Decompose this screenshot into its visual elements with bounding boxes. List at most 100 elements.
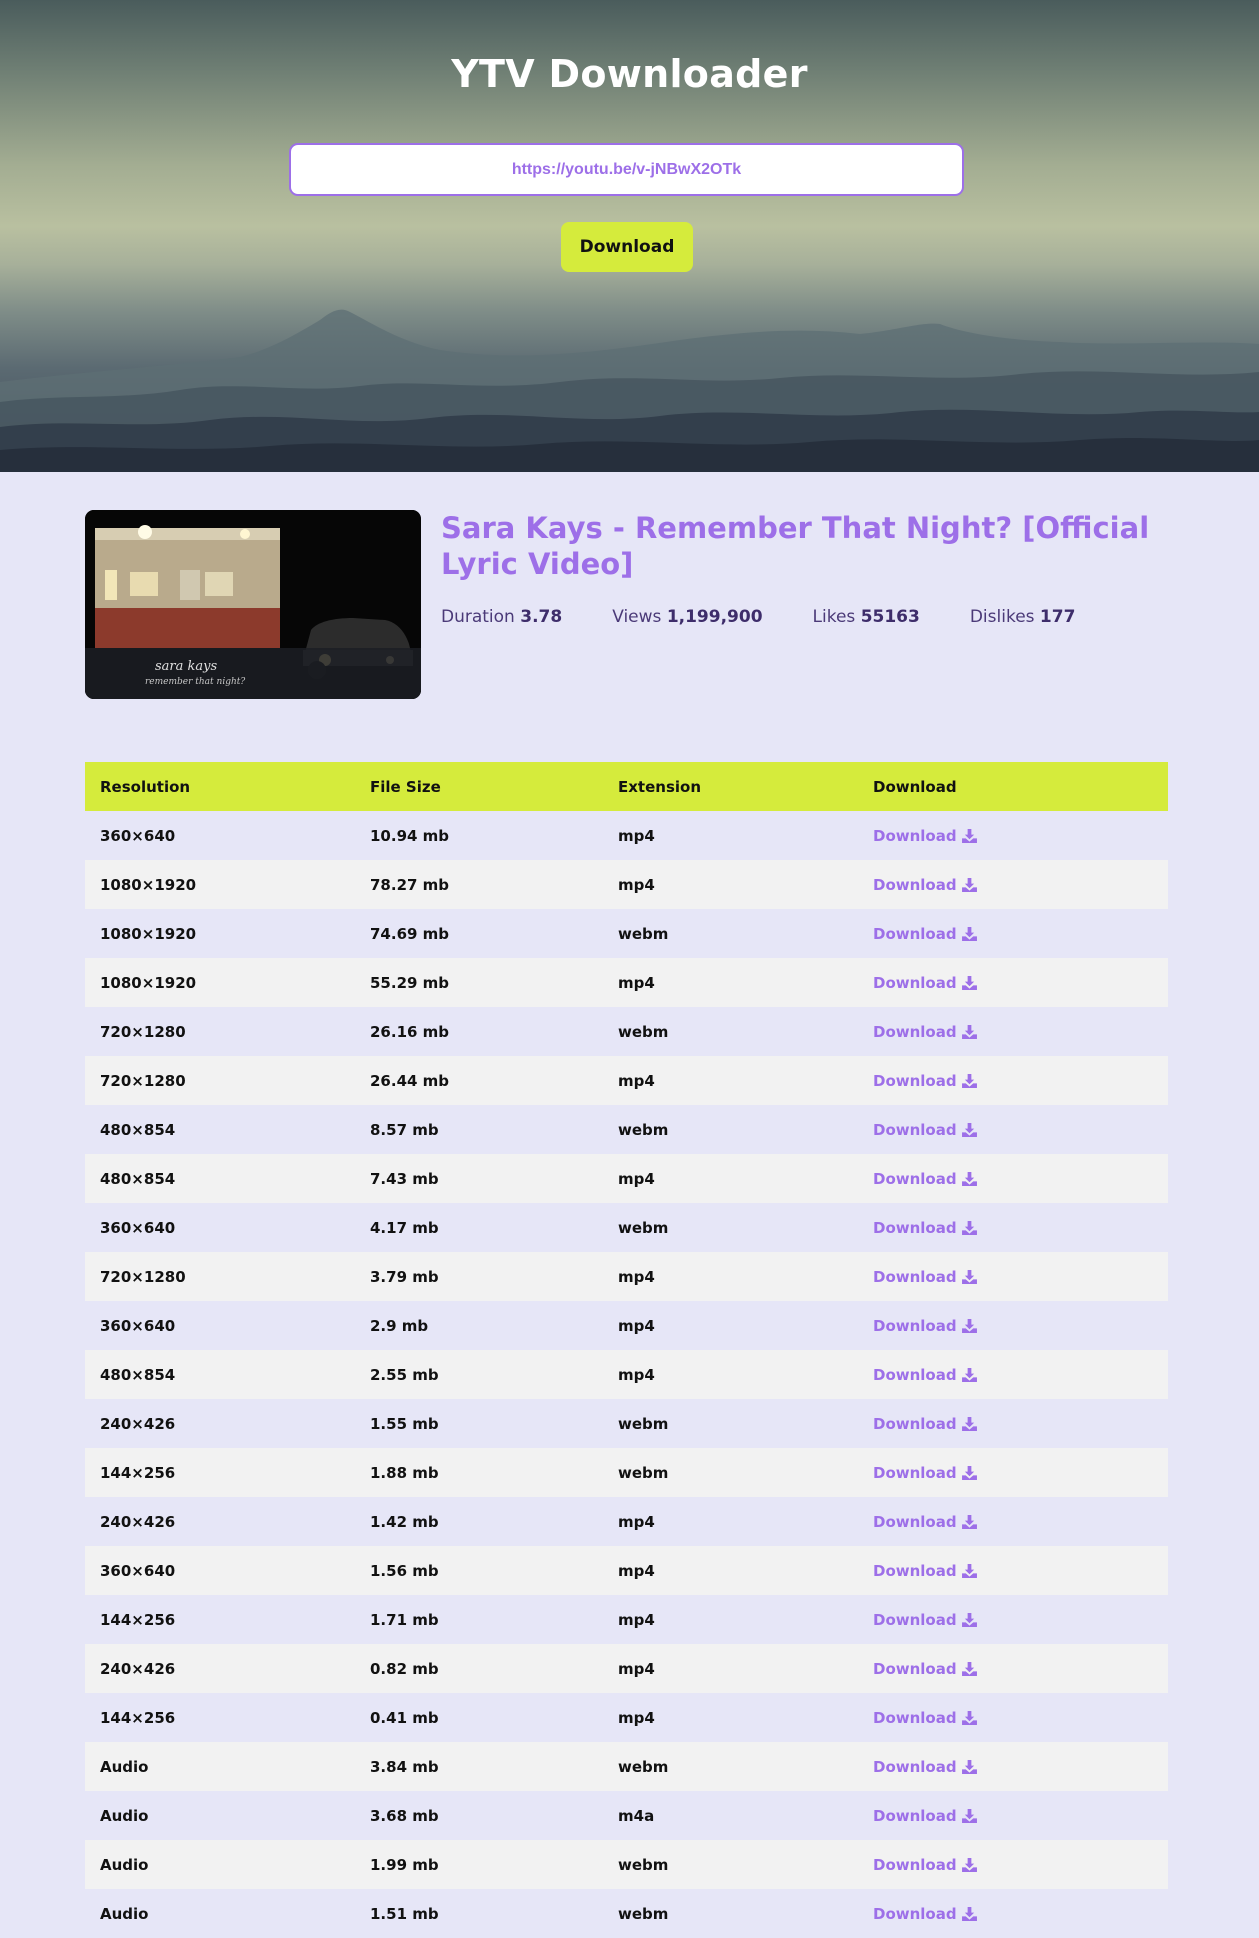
download-link-label: Download xyxy=(873,1022,957,1041)
cell-resolution: 240×426 xyxy=(100,1659,176,1678)
cell-resolution: 360×640 xyxy=(100,1316,176,1335)
cell-download: Download xyxy=(858,1203,1168,1252)
download-link[interactable]: Download xyxy=(873,1856,977,1874)
table-body: 360×640 10.94 mb mp4 Download 1080×1920 78.27… xyxy=(85,811,1168,1938)
cell-resolution: Audio xyxy=(100,1757,149,1776)
thumbnail-image: sara kays remember that night? xyxy=(85,510,421,699)
download-arrow-icon xyxy=(961,1073,977,1088)
download-link[interactable]: Download xyxy=(873,1121,977,1139)
cell-file-size: 78.27 mb xyxy=(370,875,450,894)
download-arrow-icon xyxy=(961,1416,977,1431)
cell-file-size: 0.41 mb xyxy=(370,1708,439,1727)
download-button[interactable]: Download xyxy=(561,222,693,272)
download-link[interactable]: Download xyxy=(873,1268,977,1286)
formats-table-container: Resolution File Size Extension Download … xyxy=(85,762,1168,1938)
download-link[interactable]: Download xyxy=(873,1807,977,1825)
table-row: 480×854 8.57 mb webm Download xyxy=(85,1105,1168,1154)
table-row: 1080×1920 74.69 mb webm Download xyxy=(85,909,1168,958)
download-arrow-icon xyxy=(961,1759,977,1774)
table-row: Audio 1.51 mb webm Download xyxy=(85,1889,1168,1938)
cell-download: Download xyxy=(858,1105,1168,1154)
cell-resolution: 360×640 xyxy=(100,1561,176,1580)
cell-extension: mp4 xyxy=(618,1708,655,1727)
download-link-label: Download xyxy=(873,924,957,943)
download-link-label: Download xyxy=(873,1561,957,1580)
header-resolution: Resolution xyxy=(100,777,191,796)
download-link[interactable]: Download xyxy=(873,1072,977,1090)
table-row: 360×640 4.17 mb webm Download xyxy=(85,1203,1168,1252)
download-link[interactable]: Download xyxy=(873,1513,977,1531)
download-arrow-icon xyxy=(961,1220,977,1235)
download-link[interactable]: Download xyxy=(873,1415,977,1433)
cell-resolution: 480×854 xyxy=(100,1365,176,1384)
download-link[interactable]: Download xyxy=(873,1023,977,1041)
download-link[interactable]: Download xyxy=(873,876,977,894)
cell-download: Download xyxy=(858,909,1168,958)
download-link[interactable]: Download xyxy=(873,1170,977,1188)
dislikes-value: 177 xyxy=(1039,607,1076,627)
download-link-label: Download xyxy=(873,1806,957,1825)
download-link[interactable]: Download xyxy=(873,1905,977,1923)
download-link-label: Download xyxy=(873,1855,957,1874)
cell-extension: mp4 xyxy=(618,1561,655,1580)
cell-download: Download xyxy=(858,1350,1168,1399)
download-link[interactable]: Download xyxy=(873,1758,977,1776)
table-row: 240×426 1.42 mb mp4 Download xyxy=(85,1497,1168,1546)
download-link[interactable]: Download xyxy=(873,925,977,943)
download-arrow-icon xyxy=(961,926,977,941)
video-title: Sara Kays - Remember That Night? [Offici… xyxy=(441,511,1150,581)
cell-resolution: 480×854 xyxy=(100,1169,176,1188)
cell-extension: webm xyxy=(618,1218,669,1237)
download-link[interactable]: Download xyxy=(873,974,977,992)
download-link[interactable]: Download xyxy=(873,1709,977,1727)
thumbnail-caption-title: sara kays xyxy=(155,659,217,674)
download-link[interactable]: Download xyxy=(873,1317,977,1335)
cell-download: Download xyxy=(858,1154,1168,1203)
download-link[interactable]: Download xyxy=(873,827,977,845)
cell-extension: mp4 xyxy=(618,1365,655,1384)
cell-extension: mp4 xyxy=(618,973,655,992)
app-title: YTV Downloader xyxy=(451,52,808,96)
cell-download: Download xyxy=(858,811,1168,860)
cell-extension: webm xyxy=(618,1120,669,1139)
url-input[interactable] xyxy=(289,143,964,196)
table-row: 360×640 1.56 mb mp4 Download xyxy=(85,1546,1168,1595)
duration-value: 3.78 xyxy=(520,607,563,627)
cell-download: Download xyxy=(858,1448,1168,1497)
cell-extension: webm xyxy=(618,1414,669,1433)
cell-extension: mp4 xyxy=(618,1659,655,1678)
cell-download: Download xyxy=(858,1546,1168,1595)
video-stats: Duration 3.78 Views 1,199,900 Likes 5516… xyxy=(441,607,1125,627)
download-link-label: Download xyxy=(873,1169,957,1188)
download-link-label: Download xyxy=(873,1708,957,1727)
download-link[interactable]: Download xyxy=(873,1464,977,1482)
download-arrow-icon xyxy=(961,1563,977,1578)
download-arrow-icon xyxy=(961,1808,977,1823)
download-link-label: Download xyxy=(873,875,957,894)
cell-resolution: 360×640 xyxy=(100,826,176,845)
table-row: 144×256 0.41 mb mp4 Download xyxy=(85,1693,1168,1742)
cell-resolution: 1080×1920 xyxy=(100,875,197,894)
download-link[interactable]: Download xyxy=(873,1219,977,1237)
cell-resolution: 1080×1920 xyxy=(100,973,197,992)
download-link[interactable]: Download xyxy=(873,1366,977,1384)
cell-download: Download xyxy=(858,1791,1168,1840)
cell-file-size: 26.16 mb xyxy=(370,1022,450,1041)
table-row: 1080×1920 55.29 mb mp4 Download xyxy=(85,958,1168,1007)
video-thumbnail[interactable]: sara kays remember that night? xyxy=(85,510,421,699)
download-arrow-icon xyxy=(961,975,977,990)
download-link-label: Download xyxy=(873,1218,957,1237)
cell-file-size: 4.17 mb xyxy=(370,1218,439,1237)
table-row: 480×854 2.55 mb mp4 Download xyxy=(85,1350,1168,1399)
download-link[interactable]: Download xyxy=(873,1562,977,1580)
table-row: 240×426 1.55 mb webm Download xyxy=(85,1399,1168,1448)
download-link-label: Download xyxy=(873,1463,957,1482)
cell-file-size: 74.69 mb xyxy=(370,924,450,943)
cell-download: Download xyxy=(858,1497,1168,1546)
download-link[interactable]: Download xyxy=(873,1611,977,1629)
cell-file-size: 2.55 mb xyxy=(370,1365,439,1384)
views-label: Views xyxy=(612,607,662,627)
download-link[interactable]: Download xyxy=(873,1660,977,1678)
cell-extension: mp4 xyxy=(618,1512,655,1531)
cell-resolution: 360×640 xyxy=(100,1218,176,1237)
